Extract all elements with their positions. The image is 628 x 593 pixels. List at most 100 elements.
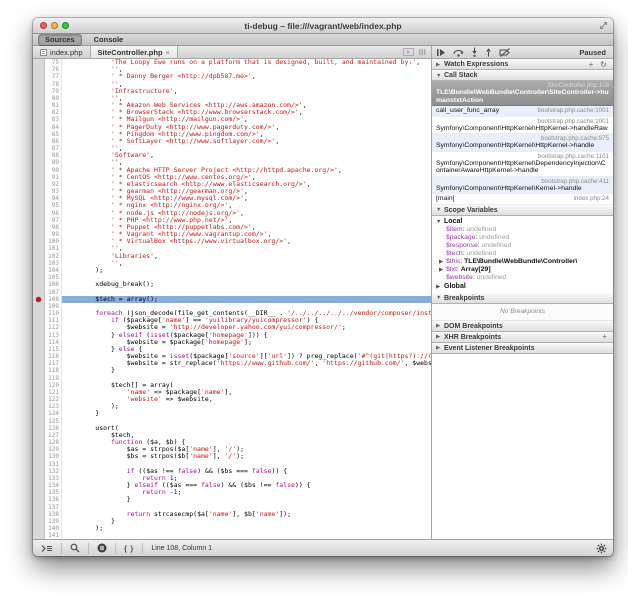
code-line-99[interactable]: 99 ' * Vagrant <http://www.vagrantup.com…	[33, 231, 431, 238]
code-line-113[interactable]: 113 } elseif (isset($package['homepage']…	[33, 332, 431, 339]
code-line-117[interactable]: 117 $website = str_replace('https://www.…	[33, 360, 431, 367]
scope-variable-row[interactable]: ▶$txt: Array[29]	[432, 266, 613, 274]
breakpoint-gutter[interactable]	[33, 289, 45, 296]
line-number[interactable]: 118	[45, 367, 62, 374]
code-line-87[interactable]: 87 '',	[33, 145, 431, 152]
line-number[interactable]: 129	[45, 446, 62, 453]
call-stack-frame[interactable]: call_user_func_arraybootstrap.php.cache:…	[432, 106, 613, 117]
line-number[interactable]: 134	[45, 482, 62, 489]
breakpoint-gutter[interactable]	[33, 253, 45, 260]
breakpoint-gutter[interactable]	[33, 267, 45, 274]
line-number[interactable]: 81	[45, 102, 62, 109]
line-number[interactable]: 98	[45, 224, 62, 231]
settings-gear-icon[interactable]	[596, 543, 607, 554]
file-tab-index-php[interactable]: index.php	[33, 46, 91, 58]
breakpoint-gutter[interactable]	[33, 489, 45, 496]
breakpoint-gutter[interactable]	[33, 504, 45, 511]
code-line-109[interactable]: 109	[33, 303, 431, 310]
breakpoint-gutter[interactable]	[33, 88, 45, 95]
line-number[interactable]: 100	[45, 238, 62, 245]
line-number[interactable]: 120	[45, 382, 62, 389]
code-line-82[interactable]: 82 ' * BrowserStack <http://www.browsers…	[33, 109, 431, 116]
line-number[interactable]: 141	[45, 532, 62, 539]
fullscreen-resize-icon[interactable]	[599, 21, 608, 30]
code-line-76[interactable]: 76 '',	[33, 66, 431, 73]
code-line-95[interactable]: 95 ' * nginx <http://nginx.org/>',	[33, 202, 431, 209]
breakpoint-gutter[interactable]	[33, 210, 45, 217]
line-number[interactable]: 99	[45, 231, 62, 238]
add-watch-button[interactable]: +	[587, 61, 596, 69]
code-line-141[interactable]: 141	[33, 532, 431, 539]
code-line-112[interactable]: 112 $website = 'http://developer.yahoo.c…	[33, 324, 431, 331]
section-breakpoints[interactable]: ▼ Breakpoints	[432, 293, 613, 304]
breakpoint-gutter[interactable]	[33, 518, 45, 525]
line-number[interactable]: 101	[45, 245, 62, 252]
section-xhr-breakpoints[interactable]: ▶ XHR Breakpoints +	[432, 332, 613, 343]
code-line-139[interactable]: 139 }	[33, 518, 431, 525]
breakpoint-gutter[interactable]	[33, 446, 45, 453]
step-out-button[interactable]	[485, 47, 492, 57]
breakpoint-gutter[interactable]	[33, 202, 45, 209]
code-line-110[interactable]: 110 foreach (json_decode(file_get_conten…	[33, 310, 431, 317]
code-line-134[interactable]: 134 } elseif (($as === false) && ($bs !=…	[33, 482, 431, 489]
line-number[interactable]: 122	[45, 396, 62, 403]
code-line-75[interactable]: 75 'The Loopy Ewe runs on a platform tha…	[33, 59, 431, 66]
breakpoint-gutter[interactable]	[33, 468, 45, 475]
breakpoint-gutter[interactable]	[33, 195, 45, 202]
section-event-listener-breakpoints[interactable]: ▶ Event Listener Breakpoints	[432, 343, 613, 354]
code-line-121[interactable]: 121 'name' => $package['name'],	[33, 389, 431, 396]
code-line-94[interactable]: 94 ' * MySQL <http://www.mysql.com/>',	[33, 195, 431, 202]
code-editor[interactable]: 75 'The Loopy Ewe runs on a platform tha…	[33, 59, 432, 539]
code-line-83[interactable]: 83 ' * Mailgun <http://mailgun.com/>',	[33, 116, 431, 123]
line-number[interactable]: 138	[45, 511, 62, 518]
breakpoint-gutter[interactable]	[33, 102, 45, 109]
pause-bars-icon[interactable]	[418, 48, 426, 56]
code-line-140[interactable]: 140 );	[33, 525, 431, 532]
line-number[interactable]: 83	[45, 116, 62, 123]
breakpoint-gutter[interactable]	[33, 324, 45, 331]
breakpoint-gutter[interactable]	[33, 296, 45, 303]
breakpoint-gutter[interactable]	[33, 367, 45, 374]
line-number[interactable]: 131	[45, 461, 62, 468]
line-number[interactable]: 76	[45, 66, 62, 73]
breakpoint-gutter[interactable]	[33, 131, 45, 138]
code-line-119[interactable]: 119	[33, 375, 431, 382]
code-line-91[interactable]: 91 ' * CentOS <http://www.centos.org/>',	[33, 174, 431, 181]
code-line-105[interactable]: 105	[33, 274, 431, 281]
breakpoint-gutter[interactable]	[33, 310, 45, 317]
code-line-124[interactable]: 124 }	[33, 410, 431, 417]
show-panel-icon[interactable]	[403, 48, 414, 56]
code-line-97[interactable]: 97 ' * PHP <http://www.php.net/>',	[33, 217, 431, 224]
breakpoint-gutter[interactable]	[33, 410, 45, 417]
breakpoint-marker-icon[interactable]	[36, 297, 41, 302]
line-number[interactable]: 117	[45, 360, 62, 367]
breakpoint-gutter[interactable]	[33, 461, 45, 468]
code-line-86[interactable]: 86 ' * SoftLayer <http://www.softlayer.c…	[33, 138, 431, 145]
breakpoint-gutter[interactable]	[33, 453, 45, 460]
line-number[interactable]: 94	[45, 195, 62, 202]
call-stack-frame[interactable]: bootstrap.php.cache:975Symfony\Component…	[432, 134, 613, 152]
breakpoint-gutter[interactable]	[33, 432, 45, 439]
console-prompt-icon[interactable]	[39, 544, 55, 553]
code-line-81[interactable]: 81 ' * Amazon Web Services <http://aws.a…	[33, 102, 431, 109]
line-number[interactable]: 87	[45, 145, 62, 152]
call-stack-frame[interactable]: bootstrap.php.cache:411Symfony\Component…	[432, 177, 613, 195]
line-number[interactable]: 110	[45, 310, 62, 317]
breakpoint-gutter[interactable]	[33, 95, 45, 102]
code-line-84[interactable]: 84 ' * PagerDuty <http://www.pagerduty.c…	[33, 124, 431, 131]
code-line-138[interactable]: 138 return strcasecmp($a['name'], $b['na…	[33, 511, 431, 518]
code-line-133[interactable]: 133 return 1;	[33, 475, 431, 482]
scope-variable-row[interactable]: $package: undefined	[432, 234, 613, 242]
scope-variable-row[interactable]: $item: undefined	[432, 226, 613, 234]
breakpoint-gutter[interactable]	[33, 116, 45, 123]
breakpoint-gutter[interactable]	[33, 496, 45, 503]
line-number[interactable]: 96	[45, 210, 62, 217]
line-number[interactable]: 139	[45, 518, 62, 525]
line-number[interactable]: 124	[45, 410, 62, 417]
breakpoint-gutter[interactable]	[33, 332, 45, 339]
code-line-116[interactable]: 116 $website = isset($package['source'][…	[33, 353, 431, 360]
pretty-print-icon[interactable]: { }	[122, 544, 136, 553]
line-number[interactable]: 140	[45, 525, 62, 532]
breakpoint-gutter[interactable]	[33, 482, 45, 489]
line-number[interactable]: 137	[45, 504, 62, 511]
